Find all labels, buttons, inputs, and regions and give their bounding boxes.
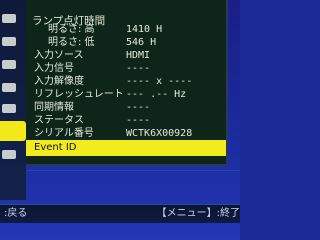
info-row-serial-number: シリアル番号 WCTK6X00928 [26,127,226,141]
side-menu-item[interactable] [2,150,16,159]
row-label: Event ID [34,142,77,153]
side-menu-item-info-selected[interactable] [0,121,26,141]
osd-side-menu [0,0,26,200]
row-label: 明るさ: 低 [48,37,95,48]
info-row-brightness-low: 明るさ: 低 546 H [26,36,226,50]
row-value: WCTK6X00928 [126,128,193,139]
row-value: 546 H [126,37,157,48]
row-value: ---- [126,115,151,126]
row-value: ---- [126,63,151,74]
row-value: ---- x ---- [126,76,193,87]
info-row-brightness-high: 明るさ: 高 1410 H [26,23,226,37]
row-label: 入力信号 [34,63,74,74]
info-row-status: ステータス ---- [26,114,226,128]
info-panel: ランプ点灯時間 明るさ: 高 1410 H 明るさ: 低 546 H 入力ソース… [26,0,228,166]
info-row-refresh-rate: リフレッシュレート --- .-- Hz [26,88,226,102]
side-menu-item[interactable] [2,60,16,69]
row-label: 入力解像度 [34,76,84,87]
row-value: --- .-- Hz [126,89,187,100]
row-label: リフレッシュレート [34,89,124,100]
row-value: 1410 H [126,24,163,35]
info-row-input-source: 入力ソース HDMI [26,49,226,63]
footer-back-hint: :戻る [4,208,28,219]
divider [26,170,240,171]
side-menu-item[interactable] [2,83,16,92]
row-value: ---- [126,102,151,113]
info-row-sync-info: 同期情報 ---- [26,101,226,115]
info-row-input-signal: 入力信号 ---- [26,62,226,76]
projector-osd-screen: ランプ点灯時間 明るさ: 高 1410 H 明るさ: 低 546 H 入力ソース… [0,0,240,240]
row-label: 同期情報 [34,102,74,113]
info-row-input-resolution: 入力解像度 ---- x ---- [26,75,226,89]
info-row-event-id[interactable]: Event ID [26,140,226,156]
row-label: 入力ソース [34,50,84,61]
row-label: ステータス [34,115,84,126]
side-menu-item[interactable] [2,14,16,23]
footer-menu-exit-hint: 【メニュー】:終了 [156,208,240,219]
row-value: HDMI [126,50,151,61]
osd-footer: :戻る 【メニュー】:終了 [0,204,240,223]
row-label: シリアル番号 [34,128,94,139]
side-menu-item[interactable] [2,37,16,46]
side-menu-item[interactable] [2,104,16,113]
row-label: 明るさ: 高 [48,24,95,35]
